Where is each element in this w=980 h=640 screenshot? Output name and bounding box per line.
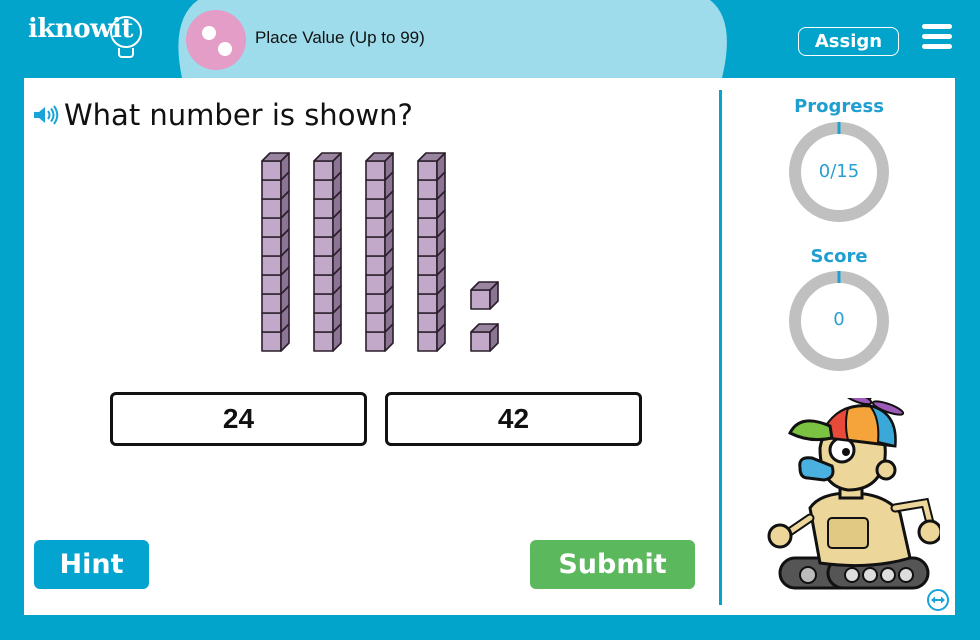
tens-rod: [365, 152, 394, 352]
speaker-icon[interactable]: [32, 104, 60, 126]
two-dots-icon: [186, 10, 246, 70]
cube-face: [261, 293, 282, 314]
cube-face: [417, 198, 438, 219]
cube-face: [313, 198, 334, 219]
submit-button[interactable]: Submit: [530, 540, 695, 589]
cube-face: [365, 217, 386, 238]
hint-button[interactable]: Hint: [34, 540, 149, 589]
menu-line: [922, 34, 952, 39]
tens-rod: [261, 152, 290, 352]
score-ring-marker: [837, 271, 841, 283]
cube-face: [313, 160, 334, 181]
score-value: 0: [833, 309, 845, 330]
robot-cap-visor: [787, 419, 834, 442]
progress-ring-marker: [837, 122, 841, 134]
cube-face: [261, 236, 282, 257]
cube-face: [261, 274, 282, 295]
cube-face: [365, 312, 386, 333]
cube-face: [313, 255, 334, 276]
cube-face: [417, 255, 438, 276]
robot-left-hand: [767, 523, 793, 549]
hamburger-menu-icon[interactable]: [922, 24, 952, 52]
ones-cube: [470, 281, 499, 310]
cube-face: [313, 331, 334, 352]
lightbulb-base-icon: [118, 48, 134, 58]
cube-face: [365, 255, 386, 276]
cube-face: [365, 236, 386, 257]
expand-arrows-icon[interactable]: [926, 588, 950, 612]
cube-face: [417, 274, 438, 295]
cube-face: [417, 331, 438, 352]
dot: [202, 26, 216, 40]
cube-face: [417, 293, 438, 314]
base-ten-blocks: [261, 152, 499, 352]
score-label: Score: [810, 246, 868, 267]
cube-face: [313, 179, 334, 200]
cube-face: [313, 274, 334, 295]
menu-line: [922, 24, 952, 29]
cube-face: [261, 160, 282, 181]
assign-button[interactable]: Assign: [798, 27, 899, 56]
dot: [218, 42, 232, 56]
cube-face: [365, 198, 386, 219]
activity-title: Place Value (Up to 99): [255, 28, 425, 47]
cube-face: [261, 255, 282, 276]
cube-face: [365, 179, 386, 200]
cube-face: [261, 179, 282, 200]
cube-face: [417, 236, 438, 257]
answer-option[interactable]: 24: [110, 392, 367, 446]
cube-face: [261, 217, 282, 238]
cube-face: [313, 217, 334, 238]
cube-face: [417, 179, 438, 200]
ones-cube: [470, 323, 499, 352]
lightbulb-icon: [110, 16, 142, 48]
cube-face: [261, 331, 282, 352]
progress-value: 0/15: [818, 161, 860, 182]
robot-ear: [875, 459, 897, 481]
cube-face: [470, 331, 491, 352]
robot-panel: [827, 517, 869, 549]
menu-line: [922, 44, 952, 49]
robot-mascot: [767, 398, 940, 590]
cube-face: [261, 312, 282, 333]
cube-face: [365, 160, 386, 181]
cube-face: [365, 331, 386, 352]
cube-face: [417, 217, 438, 238]
cube-face: [313, 312, 334, 333]
tens-rod: [313, 152, 342, 352]
cube-face: [470, 289, 491, 310]
progress-label: Progress: [794, 96, 884, 117]
cube-face: [313, 236, 334, 257]
answer-option[interactable]: 42: [385, 392, 642, 446]
question-text: What number is shown?: [64, 98, 413, 132]
cube-face: [365, 293, 386, 314]
panel-divider: [719, 90, 722, 605]
cube-face: [261, 198, 282, 219]
cube-face: [365, 274, 386, 295]
cube-face: [417, 160, 438, 181]
cube-face: [417, 312, 438, 333]
robot-right-hand: [917, 519, 940, 545]
question: What number is shown?: [32, 98, 413, 132]
tens-rod: [417, 152, 446, 352]
cube-face: [313, 293, 334, 314]
